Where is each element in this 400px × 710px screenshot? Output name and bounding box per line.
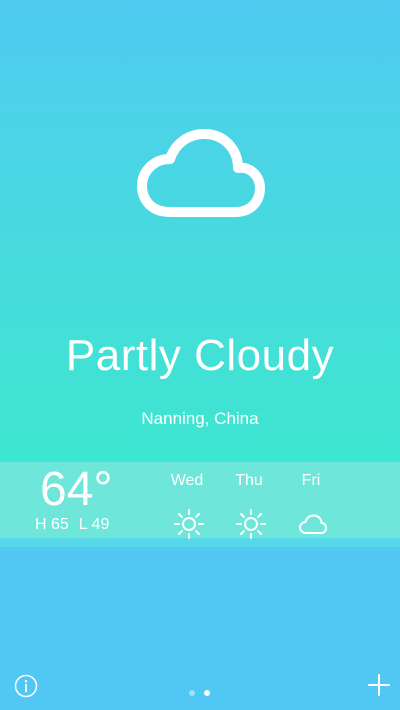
sun-icon xyxy=(236,509,266,539)
forecast-day-label: Fri xyxy=(301,472,321,489)
info-icon[interactable] xyxy=(14,674,38,698)
page-dot[interactable] xyxy=(189,690,195,696)
weather-hero xyxy=(0,0,400,462)
sun-icon xyxy=(174,509,204,539)
cloud-icon xyxy=(299,514,327,534)
current-temperature: 64° xyxy=(40,463,113,516)
condition-label: Partly Cloudy xyxy=(65,331,335,380)
low-temperature: L 49 xyxy=(78,516,110,533)
cloud-icon xyxy=(137,129,265,217)
forecast-day-label: Wed xyxy=(170,472,204,489)
plus-icon[interactable] xyxy=(367,673,391,697)
page-dot-active[interactable] xyxy=(204,690,210,696)
page-indicator[interactable] xyxy=(186,690,216,698)
high-low-temperatures: H 65 L 49 xyxy=(35,515,109,535)
forecast-day-label: Thu xyxy=(235,472,263,489)
location-label: Nanning, China xyxy=(141,409,259,428)
high-temperature: H 65 xyxy=(35,516,69,533)
